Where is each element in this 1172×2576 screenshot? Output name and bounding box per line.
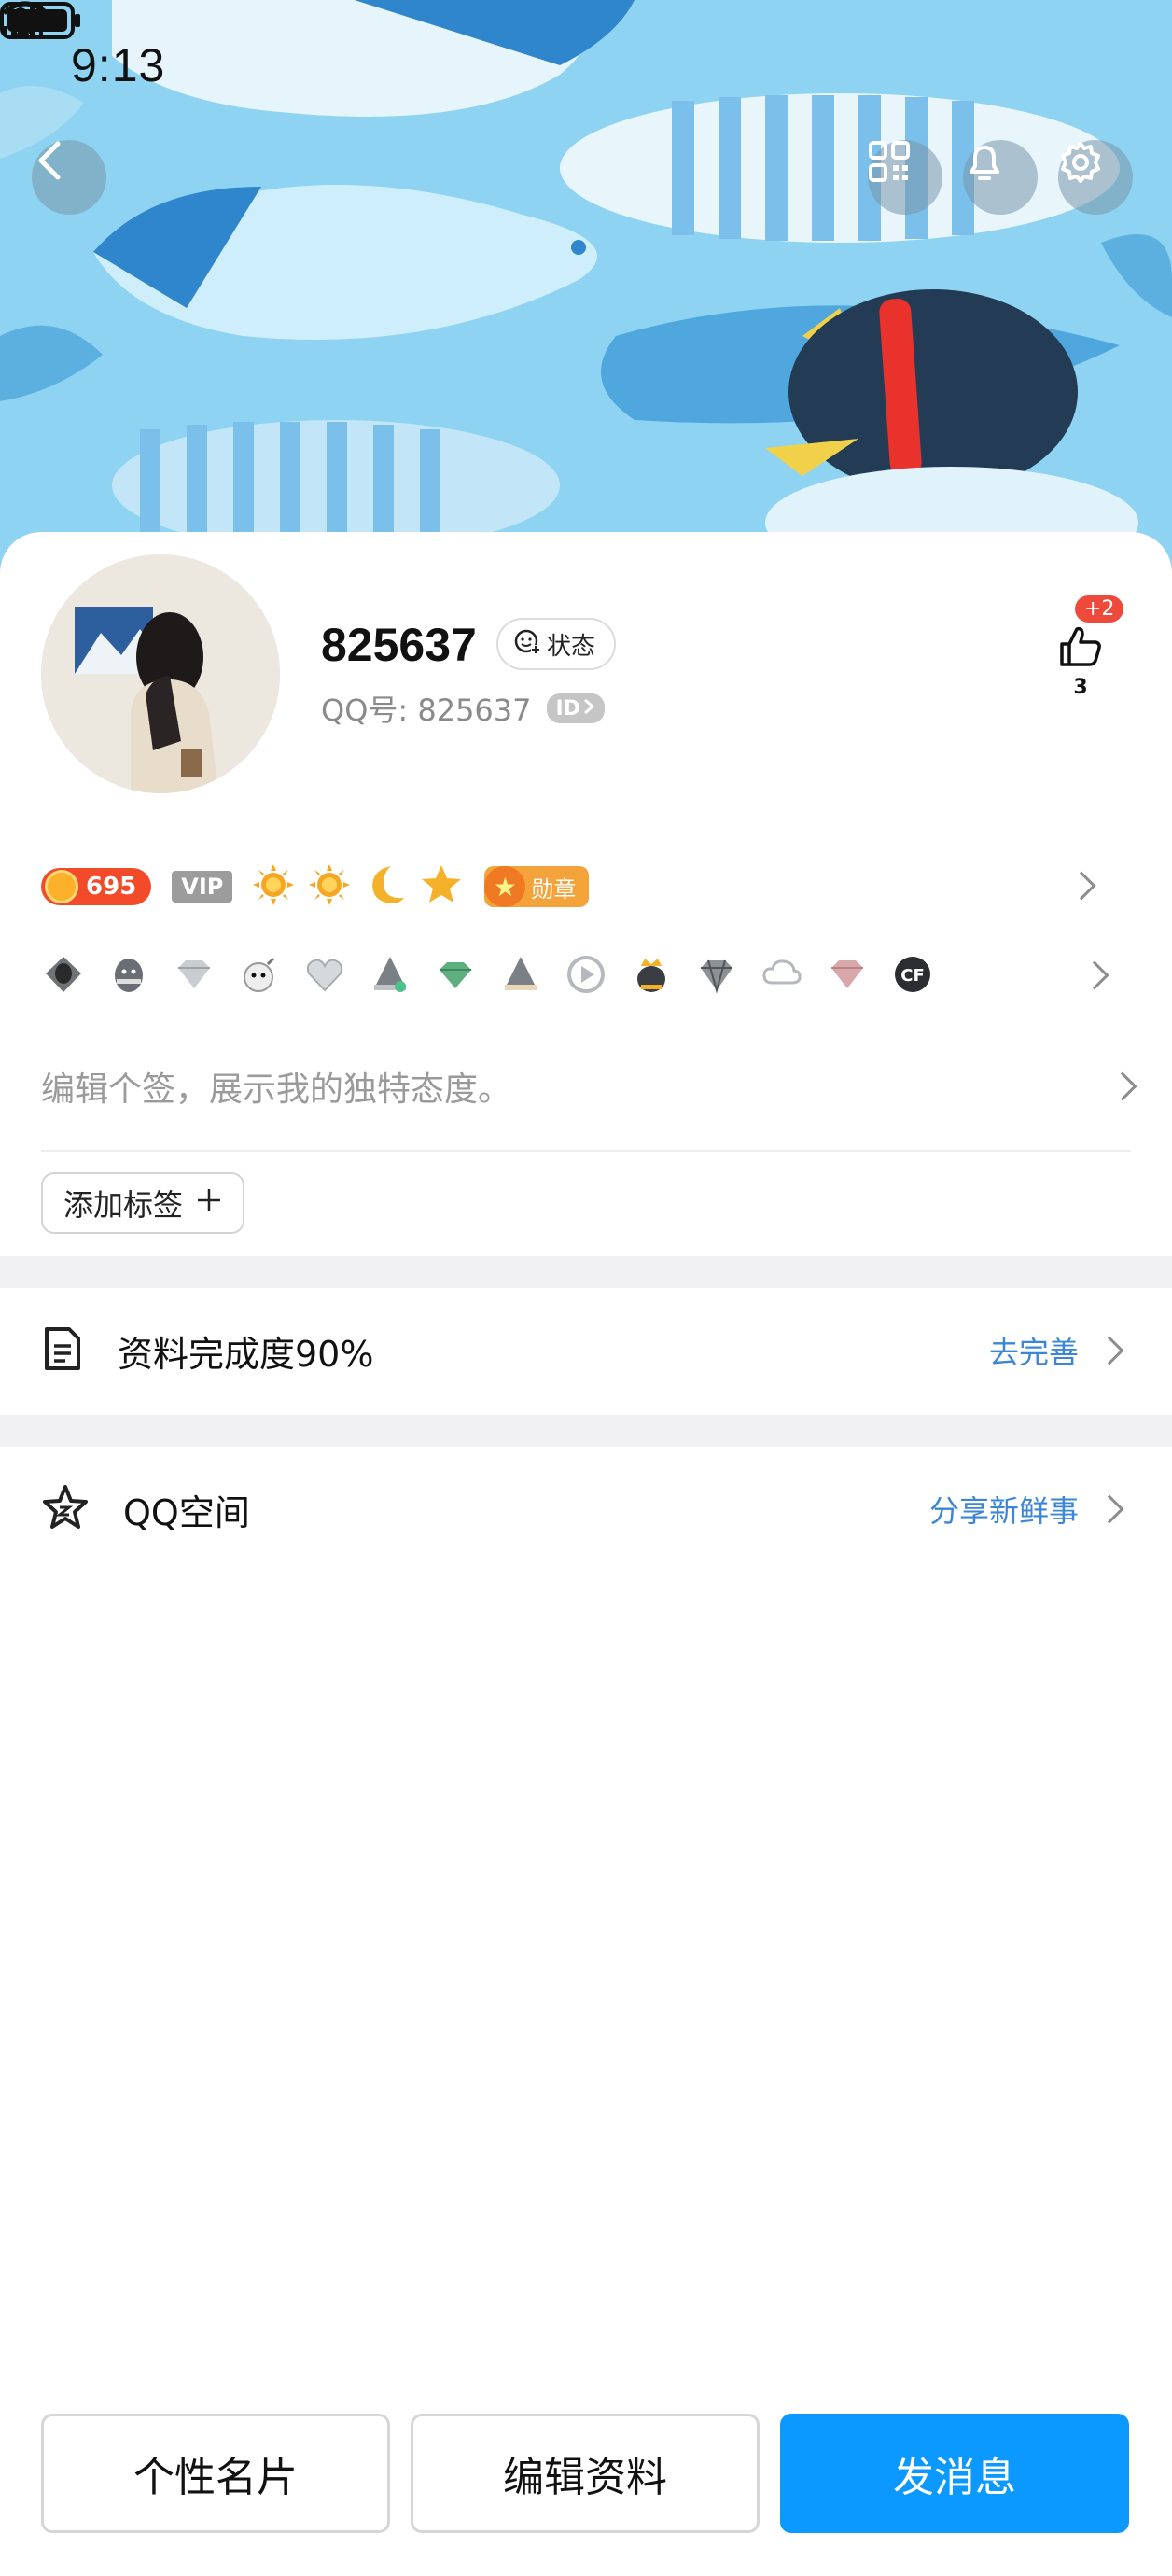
- like-increment-badge: +2: [1075, 595, 1124, 623]
- signature-row[interactable]: 编辑个签，展示我的独特态度。: [41, 1047, 1137, 1126]
- penguin-hat-icon: [498, 952, 543, 997]
- play-icon: [564, 952, 608, 997]
- thumbs-up-icon: [1056, 626, 1105, 674]
- qq-number-line: QQ号: 825637 ID: [321, 687, 605, 730]
- moon-icon: [363, 862, 408, 911]
- document-icon: [41, 1325, 84, 1376]
- plus-icon: [196, 1185, 222, 1221]
- qr-code-button[interactable]: [868, 140, 942, 215]
- cloud-icon: [760, 952, 804, 997]
- like-button[interactable]: +2 3: [1043, 595, 1124, 699]
- medal-star-icon: ★: [484, 866, 526, 907]
- diamond-penguin-icon: [41, 952, 86, 997]
- add-tag-label: 添加标签: [63, 1187, 184, 1223]
- sun-icon: [307, 862, 352, 911]
- id-badge-label: ID: [555, 696, 580, 721]
- share-news-link[interactable]: 分享新鲜事: [929, 1488, 1079, 1531]
- like-count: 3: [1073, 676, 1088, 699]
- coin-icon: [45, 870, 78, 903]
- id-badge[interactable]: ID: [546, 693, 605, 723]
- vip-badge: VIP: [172, 871, 233, 903]
- star-icon: [419, 862, 464, 911]
- profile-completion-row[interactable]: 资料完成度90% 去完善: [0, 1288, 1172, 1413]
- badge-row[interactable]: CF: [41, 952, 1109, 997]
- chevron-right-icon: [1095, 1494, 1124, 1524]
- medal-badge: ★ 勋章: [484, 866, 590, 907]
- edit-profile-button[interactable]: 编辑资料: [411, 2414, 760, 2533]
- pink-diamond-icon: [825, 952, 870, 997]
- back-button[interactable]: [32, 140, 106, 215]
- notification-button[interactable]: [963, 140, 1038, 215]
- status-button[interactable]: 状态: [496, 618, 617, 670]
- green-diamond-icon: [433, 952, 478, 997]
- section-gap: [0, 1256, 1172, 1288]
- chevron-right-icon: [1080, 960, 1109, 990]
- settings-button[interactable]: [1058, 140, 1133, 215]
- level-row[interactable]: 695 VIP ★ 勋章: [41, 857, 1131, 917]
- coin-value: 695: [86, 873, 137, 901]
- heart-icon: [302, 952, 347, 997]
- diamond-icon: [172, 952, 216, 997]
- status-label: 状态: [547, 632, 596, 661]
- coin-level-badge: 695: [41, 868, 152, 905]
- personal-card-button[interactable]: 个性名片: [41, 2414, 390, 2533]
- divider: [41, 1150, 1131, 1152]
- bomb-icon: [237, 952, 282, 997]
- section-gap: [0, 1415, 1172, 1447]
- svg-text:CF: CF: [900, 966, 925, 986]
- sun-icon: [251, 862, 296, 911]
- complete-profile-link[interactable]: 去完善: [989, 1329, 1079, 1372]
- medal-label: 勋章: [531, 875, 577, 903]
- send-message-button[interactable]: 发消息: [780, 2414, 1129, 2533]
- star-outline-icon: [41, 1483, 90, 1535]
- cf-icon: CF: [890, 952, 935, 997]
- nickname: 825637: [321, 619, 477, 671]
- chevron-right-icon: [582, 697, 595, 721]
- chevron-right-icon: [1108, 1071, 1137, 1101]
- chevron-right-icon: [1095, 1336, 1124, 1365]
- crown-penguin-icon: [629, 952, 674, 997]
- add-tag-button[interactable]: 添加标签: [41, 1172, 245, 1234]
- penguin-icon: [106, 952, 151, 997]
- profile-completion-label: 资料完成度90%: [118, 1333, 374, 1375]
- profile-banner: 9:13: [0, 0, 1172, 579]
- chevron-right-icon: [1067, 871, 1096, 901]
- qq-number: 825637: [417, 693, 532, 728]
- qq-number-text: QQ号: 825637: [321, 687, 532, 730]
- signature-placeholder: 编辑个签，展示我的独特态度。: [41, 1071, 512, 1109]
- qq-label: QQ号:: [321, 693, 409, 728]
- avatar-photo: [41, 554, 280, 793]
- black-diamond-icon: [694, 952, 739, 997]
- penguin-hat-icon: [368, 952, 412, 997]
- bottom-action-bar: 个性名片 编辑资料 发消息: [0, 2414, 1172, 2533]
- status-time: 9:13: [71, 39, 166, 91]
- smiley-plus-icon: [513, 627, 541, 662]
- qzone-label: QQ空间: [123, 1491, 250, 1533]
- qzone-row[interactable]: QQ空间 分享新鲜事: [0, 1447, 1172, 1572]
- header-actions: [0, 140, 1172, 224]
- avatar[interactable]: [41, 554, 280, 793]
- status-bar: 9:13: [0, 0, 1172, 131]
